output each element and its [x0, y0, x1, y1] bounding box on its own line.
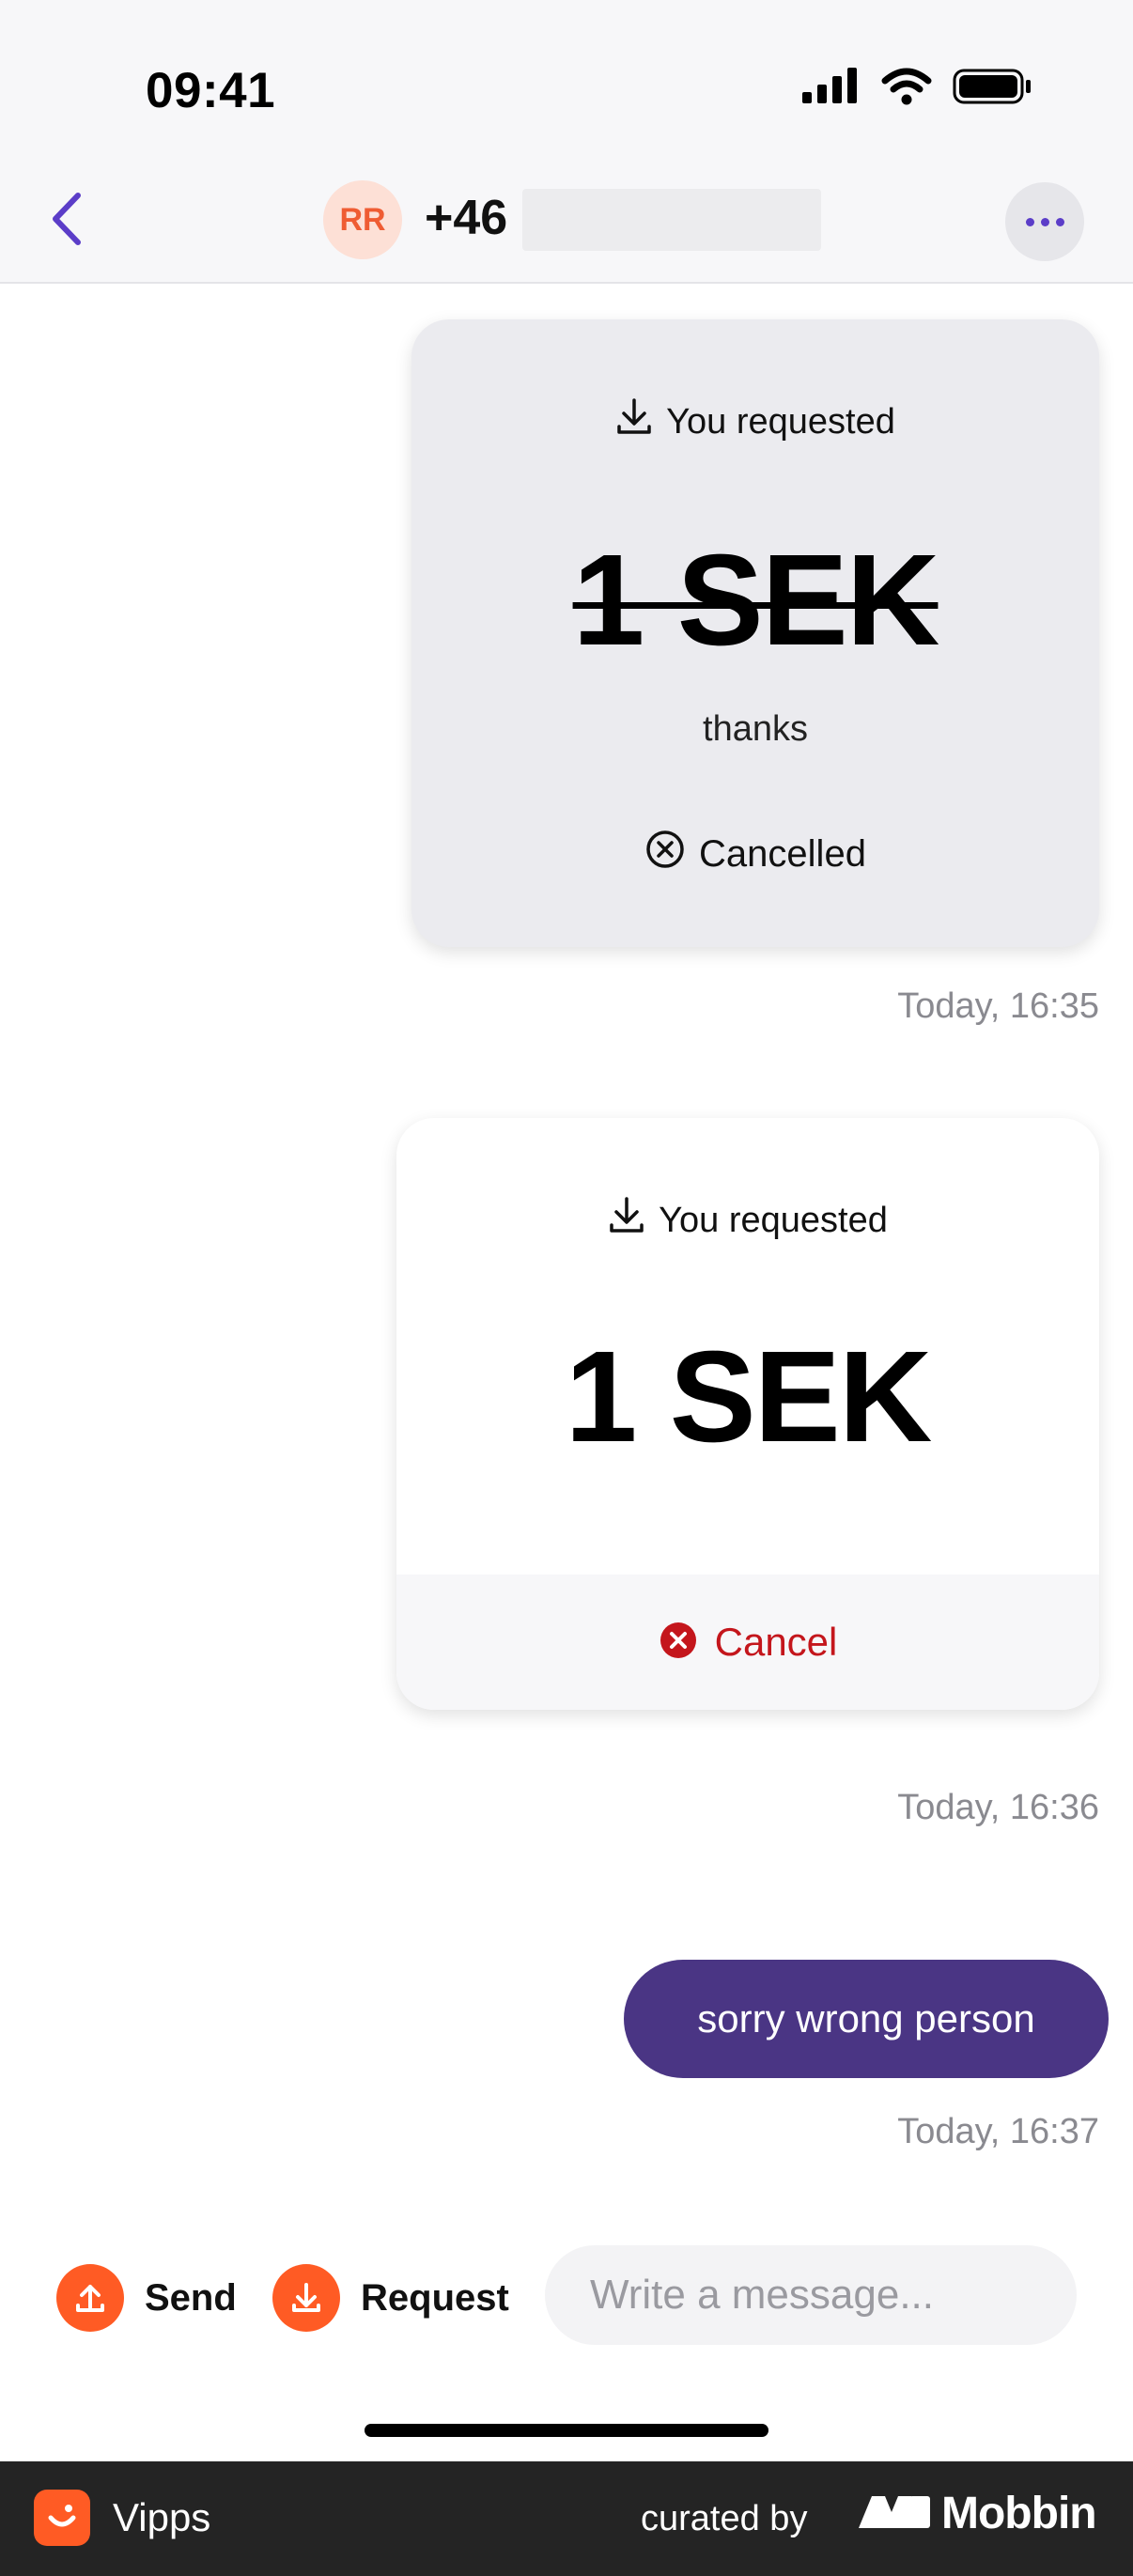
cancel-request-button[interactable]: Cancel	[396, 1575, 1099, 1710]
message-timestamp: Today, 16:36	[897, 1788, 1099, 1827]
message-timestamp: Today, 16:35	[897, 986, 1099, 1026]
send-money-button[interactable]: Send	[56, 2264, 237, 2332]
app-name: Vipps	[113, 2495, 211, 2539]
download-arrow-icon	[615, 396, 653, 447]
redacted-number	[522, 189, 821, 251]
more-options-button[interactable]	[1005, 182, 1084, 261]
download-arrow-icon	[272, 2264, 340, 2332]
home-indicator	[365, 2424, 768, 2437]
request-amount: 1 SEK	[572, 528, 940, 673]
wifi-icon	[881, 68, 932, 110]
cancelled-circle-x-icon	[644, 829, 686, 879]
vipps-logo-icon	[34, 2490, 90, 2546]
request-note: thanks	[703, 709, 808, 749]
avatar[interactable]: RR	[323, 180, 402, 259]
sent-message-bubble[interactable]: sorry wrong person	[624, 1960, 1109, 2078]
request-amount: 1 SEK	[565, 1325, 933, 1469]
status-time: 09:41	[146, 63, 276, 118]
mobbin-logo-icon	[857, 2491, 932, 2537]
chat-header: RR +46	[0, 169, 1133, 284]
message-timestamp: Today, 16:37	[897, 2112, 1099, 2151]
request-label: You requested	[396, 1195, 1099, 1246]
message-input[interactable]	[545, 2245, 1077, 2345]
status-bar: 09:41	[0, 0, 1133, 169]
request-status: Cancelled	[411, 829, 1099, 879]
request-label: You requested	[411, 396, 1099, 447]
payment-request-card-active[interactable]: You requested 1 SEK Cancel	[396, 1118, 1099, 1710]
payment-request-card-cancelled[interactable]: You requested 1 SEK thanks Cancelled	[411, 319, 1099, 947]
footer-bar: Vipps curated by Mobbin	[0, 2461, 1133, 2576]
chevron-left-icon	[48, 190, 85, 253]
battery-icon	[953, 68, 1033, 110]
message-composer: Send Request	[0, 2227, 1133, 2358]
request-money-button[interactable]: Request	[272, 2264, 509, 2332]
more-dots-icon	[1025, 217, 1034, 226]
curated-by-label: curated by	[641, 2499, 808, 2538]
cancel-circle-x-icon	[659, 1621, 698, 1665]
cellular-signal-icon	[802, 68, 861, 110]
back-button[interactable]	[34, 188, 100, 254]
download-arrow-icon	[608, 1195, 645, 1246]
status-icons	[802, 68, 1033, 110]
contact-name: +46	[425, 191, 508, 245]
mobbin-brand: Mobbin	[857, 2488, 1097, 2539]
upload-arrow-icon	[56, 2264, 124, 2332]
